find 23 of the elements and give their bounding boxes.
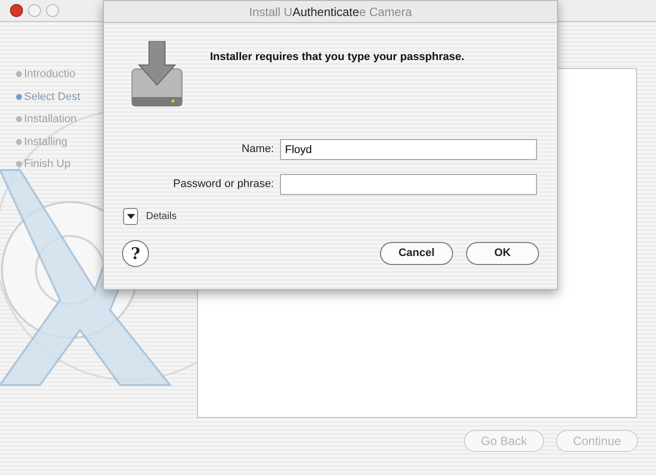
input-field[interactable] xyxy=(280,174,537,195)
dialog-message: Installer requires that you type your passphrase. xyxy=(210,50,464,65)
field-label: Password or phrase: xyxy=(172,177,274,192)
input-field[interactable]: Floyd xyxy=(280,139,537,160)
step-label: Installation xyxy=(24,112,77,127)
help-button[interactable]: ? xyxy=(122,240,149,267)
step-label: Introductio xyxy=(24,67,76,82)
step-label: Installing xyxy=(24,134,68,150)
step-label: Finish Up xyxy=(24,157,70,172)
background-window-title: Install U xyxy=(249,4,292,20)
step-label: Select Dest xyxy=(24,90,80,104)
field-label: Name: xyxy=(240,142,274,158)
dialog-button[interactable]: Cancel xyxy=(380,242,453,265)
minimize-button[interactable] xyxy=(28,4,41,17)
dialog-title: Authenticate xyxy=(292,4,360,20)
triangle-icon xyxy=(126,214,134,219)
close-button[interactable] xyxy=(10,4,23,17)
download-drive-icon xyxy=(131,41,183,107)
disclosure-button[interactable] xyxy=(123,208,138,225)
details-label: Details xyxy=(146,210,177,224)
dialog-button[interactable]: OK xyxy=(466,242,539,265)
zoom-button[interactable] xyxy=(46,4,59,17)
background-window-title: e Camera xyxy=(359,4,412,20)
